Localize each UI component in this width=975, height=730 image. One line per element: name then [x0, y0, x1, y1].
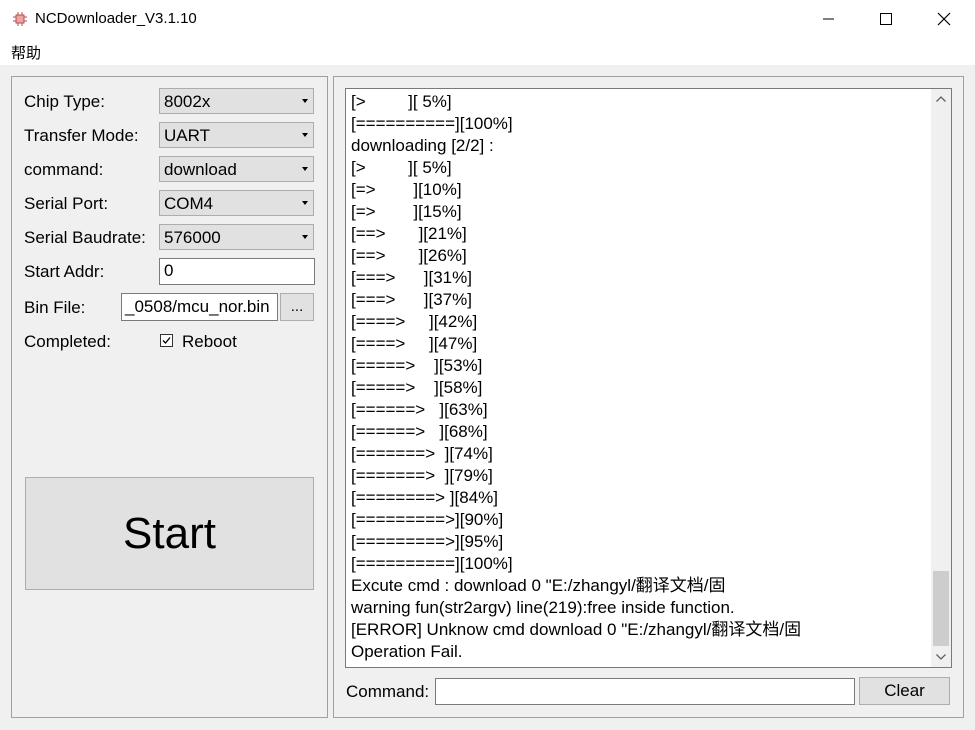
scroll-up-icon[interactable]	[931, 89, 951, 109]
chevron-down-icon	[302, 167, 308, 171]
chevron-down-icon	[302, 201, 308, 205]
log-line: [====> ][47%]	[351, 334, 478, 353]
clear-button[interactable]: Clear	[859, 677, 950, 705]
log-line: [==> ][26%]	[351, 246, 467, 265]
scroll-down-icon[interactable]	[931, 647, 951, 667]
log-output[interactable]: [> ][ 5%] [==========][100%] downloading […	[345, 88, 952, 668]
chevron-down-icon	[302, 99, 308, 103]
log-line: [=> ][10%]	[351, 180, 462, 199]
maximize-icon	[880, 13, 892, 25]
start-addr-label: Start Addr:	[24, 262, 105, 281]
chevron-down-icon	[302, 235, 308, 239]
log-line: [> ][ 5%]	[351, 92, 452, 111]
log-line: Operation Fail.	[351, 642, 463, 661]
bin-file-label: Bin File:	[24, 298, 86, 317]
log-line: [=======> ][74%]	[351, 444, 493, 463]
reboot-checkbox[interactable]	[160, 334, 173, 347]
browse-button[interactable]: ...	[280, 293, 314, 321]
chip-type-select[interactable]: 8002x	[159, 88, 314, 114]
log-line: warning fun(str2argv) line(219):free ins…	[351, 598, 735, 617]
title-bar: NCDownloader_V3.1.10	[0, 0, 975, 38]
log-line: [====> ][42%]	[351, 312, 478, 331]
log-scrollbar[interactable]	[931, 89, 951, 667]
log-line: [=====> ][58%]	[351, 378, 483, 397]
log-line: [===> ][37%]	[351, 290, 472, 309]
log-line: [=======> ][79%]	[351, 466, 493, 485]
start-addr-input[interactable]: 0	[159, 258, 315, 285]
command-value: download	[164, 160, 237, 179]
log-line: [==========][100%]	[351, 114, 513, 133]
serial-port-value: COM4	[164, 194, 214, 213]
transfer-mode-value: UART	[164, 126, 210, 145]
log-line: [ERROR] Unknow cmd download 0 "E:/zhangy…	[351, 620, 802, 639]
log-line: [=========>][95%]	[351, 532, 504, 551]
close-button[interactable]	[916, 0, 974, 38]
log-line: [=> ][15%]	[351, 202, 462, 221]
window-title: NCDownloader_V3.1.10	[35, 10, 197, 27]
minimize-icon	[823, 18, 834, 20]
command-input[interactable]	[435, 678, 855, 705]
completed-label: Completed:	[24, 332, 111, 351]
reboot-label[interactable]: Reboot	[182, 332, 237, 352]
log-line: [=====> ][53%]	[351, 356, 483, 375]
log-line: downloading [2/2] :	[351, 136, 494, 155]
minimize-button[interactable]	[800, 0, 858, 38]
start-button[interactable]: Start	[25, 477, 314, 590]
chevron-down-icon	[302, 133, 308, 137]
chip-app-icon	[13, 12, 27, 26]
close-icon	[937, 12, 951, 26]
log-line: [======> ][68%]	[351, 422, 488, 441]
log-lines: [> ][ 5%] [==========][100%] downloading […	[351, 91, 929, 663]
log-line: [> ][ 5%]	[351, 158, 452, 177]
menu-help[interactable]: 帮助	[11, 42, 41, 63]
baudrate-label: Serial Baudrate:	[24, 228, 146, 247]
baudrate-select[interactable]: 576000	[159, 224, 314, 250]
menu-bar: 帮助	[0, 38, 975, 66]
serial-port-select[interactable]: COM4	[159, 190, 314, 216]
log-line: [==========][100%]	[351, 554, 513, 573]
transfer-mode-select[interactable]: UART	[159, 122, 314, 148]
chip-type-value: 8002x	[164, 92, 211, 111]
log-line: [========> ][84%]	[351, 488, 498, 507]
transfer-mode-label: Transfer Mode:	[24, 126, 139, 145]
bin-file-input[interactable]: _0508/mcu_nor.bin	[121, 293, 278, 321]
command-input-label: Command:	[346, 682, 430, 701]
checkmark-icon	[162, 337, 171, 344]
log-line: [=========>][90%]	[351, 510, 504, 529]
log-line: [===> ][31%]	[351, 268, 472, 287]
command-select[interactable]: download	[159, 156, 314, 182]
serial-port-label: Serial Port:	[24, 194, 109, 213]
log-line: Excute cmd : download 0 "E:/zhangyl/翻译文档…	[351, 576, 726, 595]
log-line: [==> ][21%]	[351, 224, 467, 243]
maximize-button[interactable]	[858, 0, 916, 38]
log-line: [======> ][63%]	[351, 400, 488, 419]
scroll-thumb[interactable]	[933, 571, 949, 646]
command-label: command:	[24, 160, 104, 179]
chip-type-label: Chip Type:	[24, 92, 105, 111]
baudrate-value: 576000	[164, 228, 221, 247]
